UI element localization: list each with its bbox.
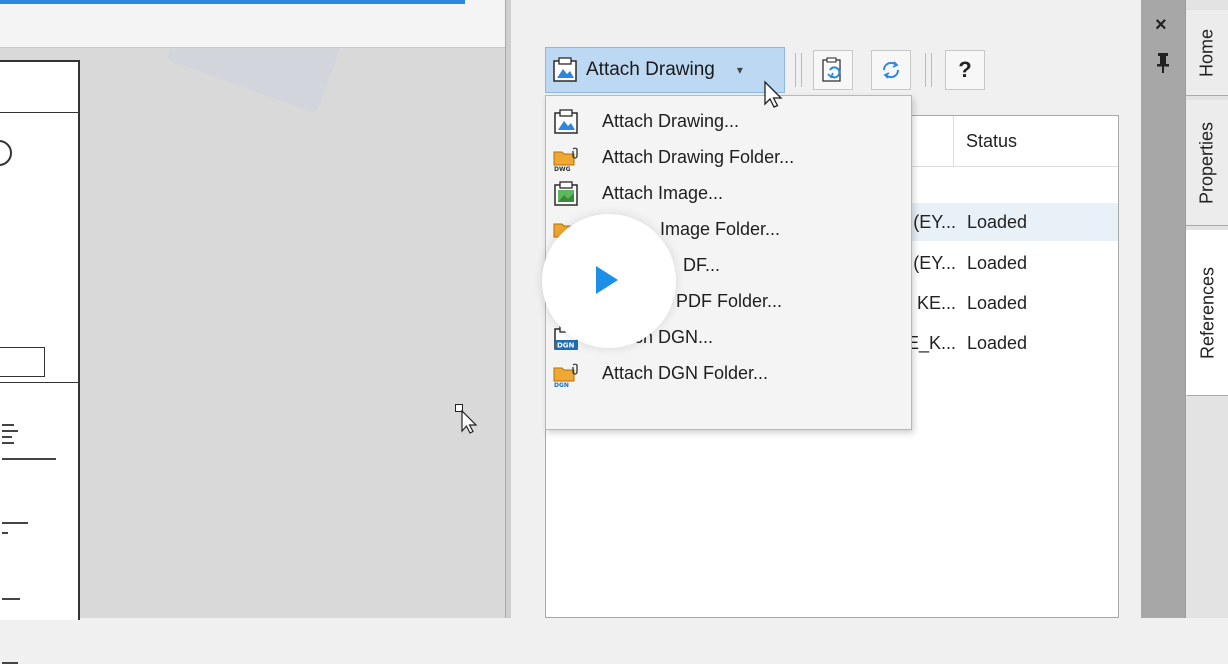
pin-icon[interactable] — [1156, 52, 1170, 74]
accent-line — [0, 0, 465, 4]
palette-control-bar: × — [1141, 0, 1185, 618]
sheet-symbol — [0, 140, 12, 166]
workspace-top-strip — [0, 0, 505, 48]
tab-properties-label: Properties — [1196, 121, 1217, 204]
sheet-line — [0, 112, 78, 113]
play-icon — [596, 266, 618, 294]
sheet-text — [2, 532, 8, 534]
sheet-text — [2, 424, 14, 426]
video-play-button[interactable] — [542, 214, 676, 348]
menu-item-label: DF... — [683, 255, 721, 275]
reload-reference-icon — [822, 57, 841, 82]
column-separator — [953, 116, 954, 166]
sheet-text — [2, 522, 28, 524]
attach-dgn-folder-icon: DGN — [553, 363, 578, 387]
menu-item-label: Attach Drawing Folder... — [602, 147, 795, 167]
reference-name: E_K... — [906, 333, 956, 353]
sheet-line — [0, 382, 78, 383]
menu-item-attach-dgn-folder[interactable]: DGN Attach DGN Folder... — [546, 357, 911, 393]
reference-status: Loaded — [967, 212, 1028, 232]
reference-status: Loaded — [967, 293, 1028, 313]
toolbar-separator — [931, 53, 932, 87]
sheet-text — [2, 430, 18, 432]
menu-item-label: Attach DGN Folder... — [602, 363, 769, 383]
attach-image-icon — [554, 181, 578, 206]
chevron-down-icon[interactable]: ▾ — [737, 63, 743, 77]
help-button[interactable]: ? — [945, 50, 985, 90]
close-icon[interactable]: × — [1155, 14, 1167, 37]
svg-text:DWG: DWG — [554, 166, 571, 171]
mouse-cursor-icon — [455, 404, 478, 434]
menu-item-attach-image[interactable]: Attach Image... — [546, 177, 911, 213]
sheet-title-box — [0, 347, 45, 377]
reference-status: Loaded — [967, 253, 1028, 273]
attach-drawing-icon — [553, 57, 577, 82]
tab-references-label: References — [1197, 266, 1217, 359]
menu-item-label: Attach Image... — [602, 183, 724, 203]
palette-side-tabs: Home Properties References — [1185, 0, 1228, 618]
toolbar-separator — [795, 53, 796, 87]
svg-text:DGN: DGN — [554, 382, 569, 387]
status-column-header[interactable]: Status — [966, 131, 1017, 152]
drawing-workspace[interactable] — [0, 0, 505, 664]
svg-text:DGN: DGN — [557, 342, 575, 350]
refresh-icon — [882, 61, 900, 79]
sheet-text — [2, 436, 12, 438]
toolbar-separator — [925, 53, 926, 87]
toolbar-separator — [801, 53, 802, 87]
attach-drawing-icon — [554, 109, 578, 134]
reference-name: KE... — [916, 293, 956, 313]
drawing-sheet — [0, 60, 80, 664]
menu-item-label: Attach Drawing... — [602, 111, 740, 131]
attach-drawing-label: Attach Drawing — [586, 59, 715, 80]
reference-name: (EY... — [913, 253, 956, 273]
menu-item-attach-drawing[interactable]: Attach Drawing... — [546, 105, 911, 141]
tab-properties[interactable]: Properties — [1186, 100, 1228, 226]
sheet-text — [2, 458, 56, 460]
reload-all-button[interactable] — [813, 50, 853, 90]
menu-item-attach-drawing-folder[interactable]: DWG Attach Drawing Folder... — [546, 141, 911, 177]
menu-item-label: PDF Folder... — [676, 291, 783, 311]
reference-name: (EY... — [913, 212, 956, 232]
tab-home-label: Home — [1196, 28, 1217, 77]
tab-references[interactable]: References — [1186, 230, 1228, 396]
menu-item-label: Image Folder... — [660, 219, 781, 239]
tab-home[interactable]: Home — [1186, 10, 1228, 96]
attach-drawing-button[interactable]: Attach Drawing ▾ — [545, 47, 785, 93]
sheet-text — [2, 442, 14, 444]
attach-drawing-folder-icon: DWG — [553, 147, 578, 171]
refresh-button[interactable] — [871, 50, 911, 90]
reference-status: Loaded — [967, 333, 1028, 353]
sheet-text — [2, 598, 20, 600]
mouse-pointer-icon — [764, 80, 783, 108]
